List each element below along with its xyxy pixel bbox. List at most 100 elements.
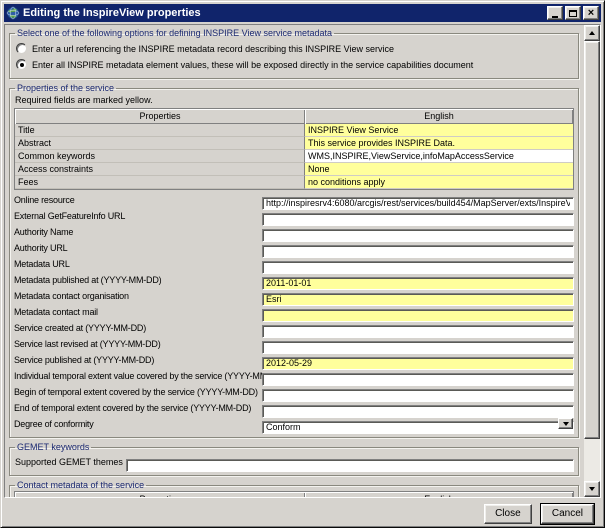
table-header-english: English <box>305 492 573 497</box>
field-label: Metadata URL <box>14 259 262 269</box>
close-button[interactable]: Close <box>484 504 532 524</box>
scroll-up-button[interactable] <box>584 25 600 41</box>
field-label: Service published at (YYYY-MM-DD) <box>14 355 262 365</box>
field-input[interactable] <box>262 325 574 338</box>
maximize-icon <box>569 10 577 17</box>
field-label: Metadata published at (YYYY-MM-DD) <box>14 275 262 285</box>
field-label: Authority Name <box>14 227 262 237</box>
close-icon: × <box>588 8 594 18</box>
field-label: Service last revised at (YYYY-MM-DD) <box>14 339 262 349</box>
radio-icon[interactable] <box>16 59 27 70</box>
field-label: External GetFeatureInfo URL <box>14 211 262 221</box>
field-row: Degree of conformity <box>14 417 574 430</box>
dialog-content: Select one of the following options for … <box>5 25 583 497</box>
button-bar: Close Cancel <box>4 498 601 526</box>
field-label: End of temporal extent covered by the se… <box>14 403 262 413</box>
contact-group-title: Contact metadata of the service <box>15 480 146 491</box>
gemet-themes-label: Supported GEMET themes <box>15 457 123 467</box>
table-row: Fees no conditions apply <box>15 176 573 189</box>
property-value-cell[interactable]: WMS,INSPIRE,ViewService,infoMapAccessSer… <box>305 150 573 163</box>
field-input[interactable] <box>262 373 574 386</box>
radio-option-label: Enter all INSPIRE metadata element value… <box>32 60 473 70</box>
radio-option[interactable]: Enter a url referencing the INSPIRE meta… <box>16 42 574 55</box>
gemet-group-title: GEMET keywords <box>15 442 91 453</box>
field-label: Degree of conformity <box>14 419 262 429</box>
vertical-scrollbar[interactable] <box>583 25 600 497</box>
field-label: Online resource <box>14 195 262 205</box>
property-value-cell[interactable]: no conditions apply <box>305 176 573 189</box>
table-row: Abstract This service provides INSPIRE D… <box>15 137 573 150</box>
field-row: Online resource <box>14 193 574 206</box>
chevron-down-icon <box>563 422 569 426</box>
field-row: Metadata contact organisation <box>14 289 574 302</box>
field-label: Authority URL <box>14 243 262 253</box>
field-row: Service published at (YYYY-MM-DD) <box>14 353 574 366</box>
property-value-cell[interactable]: None <box>305 163 573 176</box>
field-row: Service created at (YYYY-MM-DD) <box>14 321 574 334</box>
property-label: Access constraints <box>15 163 305 176</box>
field-row: Metadata URL <box>14 257 574 270</box>
gemet-group: GEMET keywords Supported GEMET themes <box>9 442 579 476</box>
field-label: Metadata contact organisation <box>14 291 262 301</box>
table-row: Access constraints None <box>15 163 573 176</box>
property-label: Title <box>15 124 305 137</box>
field-row: Begin of temporal extent covered by the … <box>14 385 574 398</box>
scroll-down-button[interactable] <box>584 481 600 497</box>
property-label: Abstract <box>15 137 305 150</box>
radio-option-label: Enter a url referencing the INSPIRE meta… <box>32 44 394 54</box>
field-row: External GetFeatureInfo URL <box>14 209 574 222</box>
close-window-button[interactable]: × <box>583 6 599 20</box>
cancel-button[interactable]: Cancel <box>541 504 594 524</box>
radio-icon[interactable] <box>16 43 27 54</box>
service-properties-group-title: Properties of the service <box>15 83 116 94</box>
required-fields-note: Required fields are marked yellow. <box>15 95 574 105</box>
scrollbar-thumb[interactable] <box>584 41 600 439</box>
property-label: Common keywords <box>15 150 305 163</box>
field-label: Metadata contact mail <box>14 307 262 317</box>
minimize-button[interactable] <box>547 6 563 20</box>
field-label: Individual temporal extent value covered… <box>14 371 262 381</box>
options-group-title: Select one of the following options for … <box>15 28 334 39</box>
field-row: Authority Name <box>14 225 574 238</box>
table-header-properties: Properties <box>15 109 305 124</box>
field-input[interactable] <box>262 197 574 210</box>
field-row: End of temporal extent covered by the se… <box>14 401 574 414</box>
field-label: Service created at (YYYY-MM-DD) <box>14 323 262 333</box>
minimize-icon <box>552 16 558 18</box>
table-header-row: Properties English <box>15 109 573 124</box>
field-row: Metadata contact mail <box>14 305 574 318</box>
table-header-english: English <box>305 109 573 124</box>
maximize-button[interactable] <box>565 6 581 20</box>
radio-option[interactable]: Enter all INSPIRE metadata element value… <box>16 58 574 71</box>
field-input[interactable] <box>262 405 574 418</box>
field-input[interactable] <box>262 213 574 226</box>
service-properties-group: Properties of the service Required field… <box>9 83 579 438</box>
field-row: Authority URL <box>14 241 574 254</box>
contact-group: Contact metadata of the service Properti… <box>9 480 579 497</box>
dropdown-arrow-button[interactable] <box>558 418 573 429</box>
field-input[interactable] <box>262 341 574 354</box>
field-input[interactable] <box>262 309 574 322</box>
field-row: Individual temporal extent value covered… <box>14 369 574 382</box>
field-row: Service last revised at (YYYY-MM-DD) <box>14 337 574 350</box>
field-input[interactable] <box>262 261 574 274</box>
field-combobox[interactable] <box>262 421 574 434</box>
scroll-viewport: Select one of the following options for … <box>4 24 601 498</box>
window-title: Editing the InspireView properties <box>23 7 544 19</box>
field-input[interactable] <box>262 293 574 306</box>
app-globe-icon <box>6 6 20 20</box>
gemet-themes-input[interactable] <box>126 459 574 472</box>
property-value-cell[interactable]: INSPIRE View Service <box>305 124 573 137</box>
arrow-up-icon <box>589 31 595 35</box>
field-input[interactable] <box>262 357 574 370</box>
table-header-properties: Properties <box>15 492 305 497</box>
field-input[interactable] <box>262 277 574 290</box>
field-label: Begin of temporal extent covered by the … <box>14 387 262 397</box>
field-input[interactable] <box>262 389 574 402</box>
field-input[interactable] <box>262 229 574 242</box>
options-group: Select one of the following options for … <box>9 28 579 79</box>
titlebar[interactable]: Editing the InspireView properties × <box>4 4 601 22</box>
dialog-window: Editing the InspireView properties × Sel… <box>0 0 605 528</box>
field-input[interactable] <box>262 245 574 258</box>
property-value-cell[interactable]: This service provides INSPIRE Data. <box>305 137 573 150</box>
